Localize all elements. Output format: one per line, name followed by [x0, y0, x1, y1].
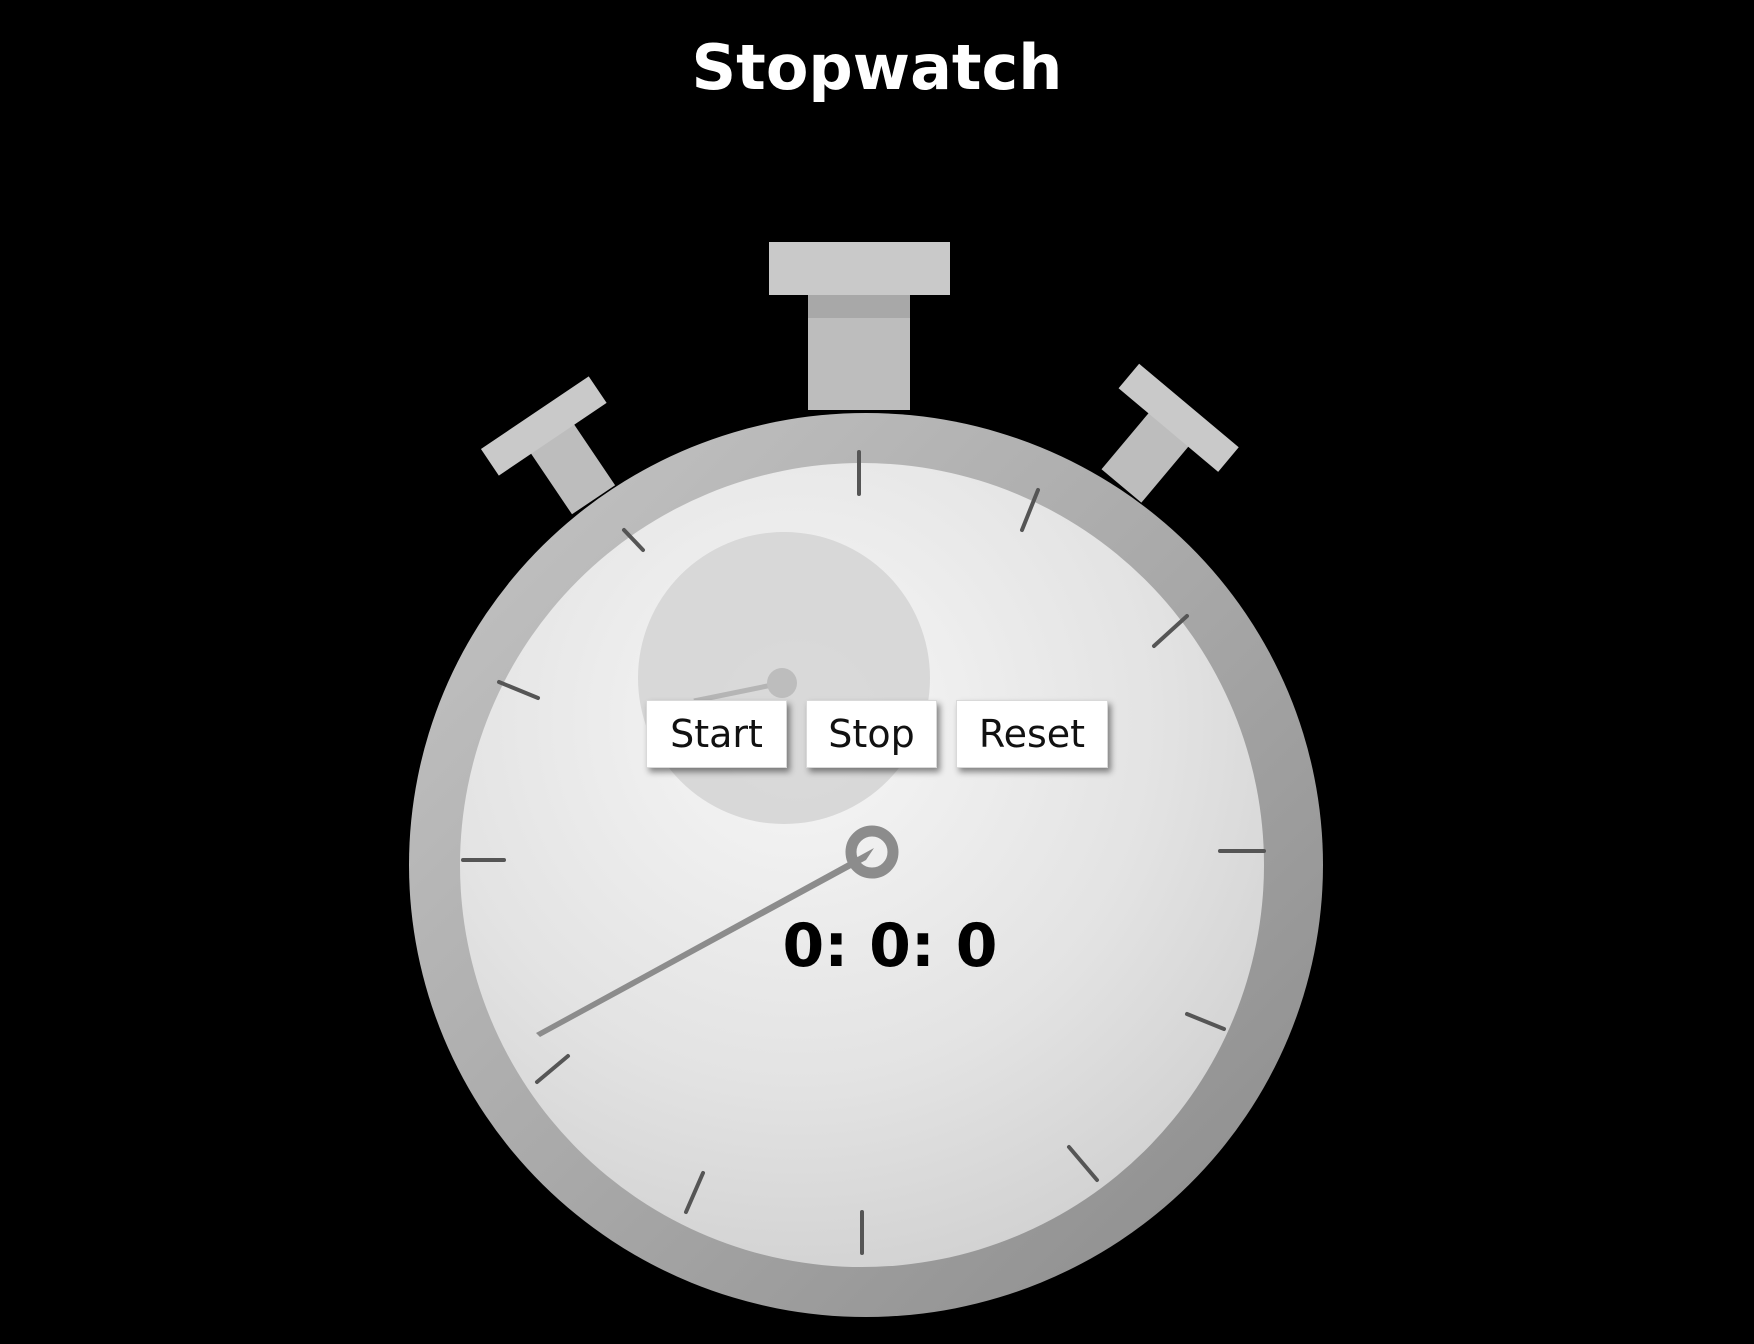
start-button[interactable]: Start: [646, 700, 787, 768]
stopwatch-controls: Start Stop Reset: [646, 700, 1108, 768]
reset-button[interactable]: Reset: [956, 700, 1108, 768]
stopwatch-illustration: [409, 242, 1323, 1317]
subdial-pivot: [767, 668, 797, 698]
stopwatch-page: Stopwatch Start Stop Reset 0: 0: 0: [0, 0, 1754, 1344]
elapsed-time-display: 0: 0: 0: [782, 911, 998, 981]
crown-button: [769, 242, 950, 410]
stop-button[interactable]: Stop: [806, 700, 937, 768]
